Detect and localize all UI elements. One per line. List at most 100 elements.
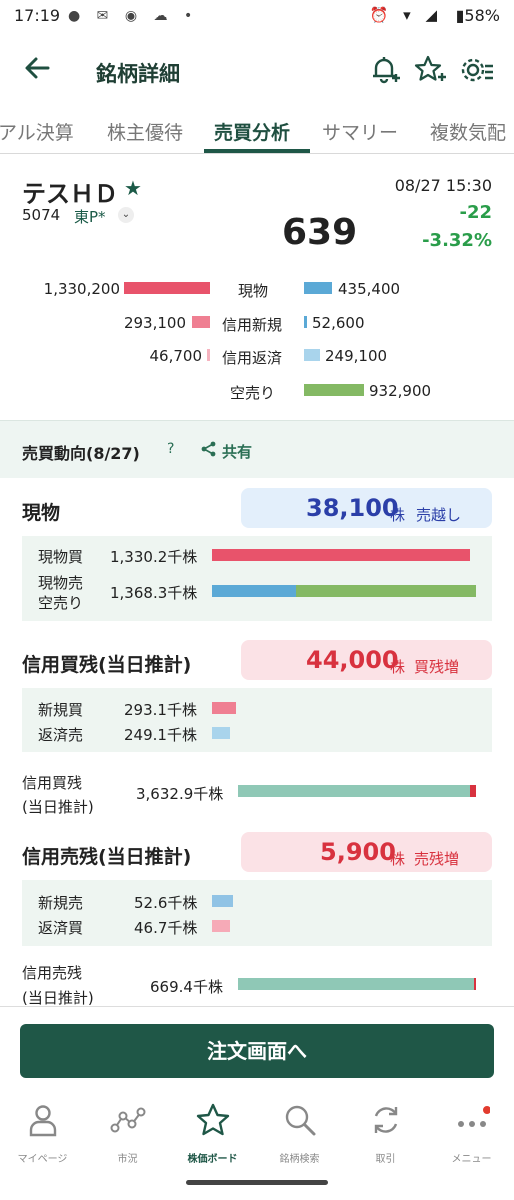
current-price: 639 (282, 212, 358, 253)
stock-code: 5074 (22, 206, 61, 224)
nav-stock-board[interactable]: 株価ボード (170, 1094, 255, 1165)
repay-buy-label: 返済買 (38, 919, 84, 937)
spot-row-label: 現物 (238, 282, 269, 300)
margin-sell-balance-value: 669.4千株 (150, 978, 223, 996)
margin-sell-balance-sublabel: (当日推計) (22, 989, 94, 1007)
margin-buy-change-unit: 株 (390, 658, 406, 676)
margin-repay-sell-value: 249,100 (325, 347, 388, 365)
spot-short-bar (296, 585, 476, 597)
new-buy-label: 新規買 (38, 701, 84, 719)
short-sell-label: 空売り (230, 384, 276, 402)
favorite-star-icon[interactable]: ★ (124, 176, 142, 200)
repay-buy-bar (212, 920, 230, 932)
favorite-add-button[interactable] (412, 52, 448, 88)
status-time: 17:19 (14, 6, 61, 25)
help-icon[interactable]: ? (167, 441, 174, 457)
tab-bar: アル決算 株主優待 売買分析 サマリー 複数気配 (0, 108, 514, 154)
margin-new-buy-value: 293,100 (123, 314, 186, 332)
chevron-down-icon[interactable]: ⌄ (118, 207, 134, 223)
new-buy-value: 293.1千株 (124, 701, 197, 719)
margin-repay-buy-bar (207, 349, 210, 361)
quote-datetime: 08/27 15:30 (394, 176, 492, 195)
margin-buy-increase-bar (470, 785, 476, 797)
person-icon (29, 1105, 56, 1137)
margin-repay-sell-bar (304, 349, 320, 361)
margin-sell-balance-label: 信用売残 (22, 964, 83, 982)
margin-sell-change-value: 5,900 (320, 838, 396, 866)
more-dots-icon (457, 1106, 491, 1127)
nav-label: マイページ (17, 1154, 68, 1165)
margin-sell-change-unit: 株 (390, 850, 406, 868)
star-icon (196, 1103, 229, 1136)
margin-repay-buy-value: 46,700 (149, 347, 203, 365)
notification-icons: ● ✉ ◉ ☁ • (68, 8, 199, 24)
spot-sell-label: 現物売 (38, 574, 84, 592)
nav-label: メニュー (451, 1154, 492, 1165)
repay-sell-label: 返済売 (38, 726, 84, 744)
margin-new-sell-value: 52,600 (312, 314, 365, 332)
margin-buy-balance-sublabel: (当日推計) (22, 798, 94, 816)
new-sell-value: 52.6千株 (134, 894, 198, 912)
tab-summary[interactable]: サマリー (322, 118, 398, 145)
margin-buy-balance-bar (238, 785, 470, 797)
trend-title: 売買動向(8/27) (22, 444, 140, 463)
arrow-left-icon (25, 57, 50, 79)
nav-menu[interactable]: メニュー (429, 1094, 514, 1165)
spot-buy-label: 現物買 (38, 548, 84, 566)
alert-add-button[interactable] (366, 52, 402, 88)
new-buy-bar (212, 702, 236, 714)
nav-stock-search[interactable]: 銘柄検索 (257, 1094, 342, 1165)
new-sell-label: 新規売 (38, 894, 84, 912)
nav-label: 銘柄検索 (279, 1154, 320, 1165)
margin-sell-detail-box (22, 880, 492, 946)
margin-buy-change-value: 44,000 (306, 646, 399, 674)
sell-spot-bar (304, 282, 332, 294)
short-sell-sub-label: 空売り (38, 594, 84, 612)
buy-spot-value: 1,330,200 (43, 280, 120, 298)
price-change: -22 (459, 202, 492, 223)
sell-spot-value: 435,400 (338, 280, 401, 298)
spot-section-title: 現物 (22, 502, 61, 524)
graph-nodes-icon (110, 1107, 145, 1133)
search-icon (285, 1105, 315, 1136)
tab-trade-analysis[interactable]: 売買分析 (214, 118, 290, 145)
spot-buy-value: 1,330.2千株 (110, 548, 198, 566)
back-button[interactable] (18, 48, 58, 88)
spot-buy-bar (212, 549, 470, 561)
repay-buy-value: 46.7千株 (134, 919, 198, 937)
margin-sell-balance-bar (238, 978, 474, 990)
nav-mypage[interactable]: マイページ (0, 1094, 85, 1165)
spot-net-value: 38,100 (306, 494, 399, 522)
nav-trade[interactable]: 取引 (343, 1094, 428, 1165)
home-indicator[interactable] (186, 1180, 328, 1185)
settings-button[interactable] (458, 52, 494, 88)
tab-shareholder-benefits[interactable]: 株主優待 (107, 118, 183, 145)
new-sell-bar (212, 895, 233, 907)
price-change-pct: -3.32% (422, 230, 492, 251)
nav-market[interactable]: 市況 (85, 1094, 170, 1165)
share-button[interactable]: 共有 (222, 441, 252, 462)
gear-list-icon (461, 58, 493, 82)
tab-settlement[interactable]: アル決算 (0, 118, 74, 145)
margin-sell-title: 信用売残(当日推計) (22, 846, 192, 868)
nav-label: 市況 (117, 1154, 138, 1165)
bottom-divider (0, 1006, 514, 1007)
tab-multi-quote[interactable]: 複数気配 (430, 118, 506, 145)
spot-net-note: 売越し (416, 506, 462, 524)
margin-sell-change-note: 売残増 (414, 850, 460, 868)
order-screen-button[interactable]: 注文画面へ (20, 1024, 494, 1078)
bell-plus-icon (373, 57, 400, 84)
page-title: 銘柄詳細 (96, 62, 180, 86)
system-icons: ⏰ ▾ ◢ (369, 6, 442, 24)
app-header: 銘柄詳細 (0, 38, 514, 102)
repay-sell-value: 249.1千株 (124, 726, 197, 744)
share-icon[interactable] (200, 440, 218, 458)
margin-buy-detail-box (22, 688, 492, 752)
market-label[interactable]: 東P* (74, 206, 106, 227)
margin-new-label: 信用新規 (222, 316, 283, 334)
buy-spot-bar (124, 282, 210, 294)
stock-name: テスＨＤ (22, 180, 118, 208)
spot-net-unit: 株 (390, 506, 406, 524)
status-bar: 17:19 ● ✉ ◉ ☁ • ⏰ ▾ ◢ ▮58% (0, 0, 514, 32)
margin-new-buy-bar (192, 316, 210, 328)
